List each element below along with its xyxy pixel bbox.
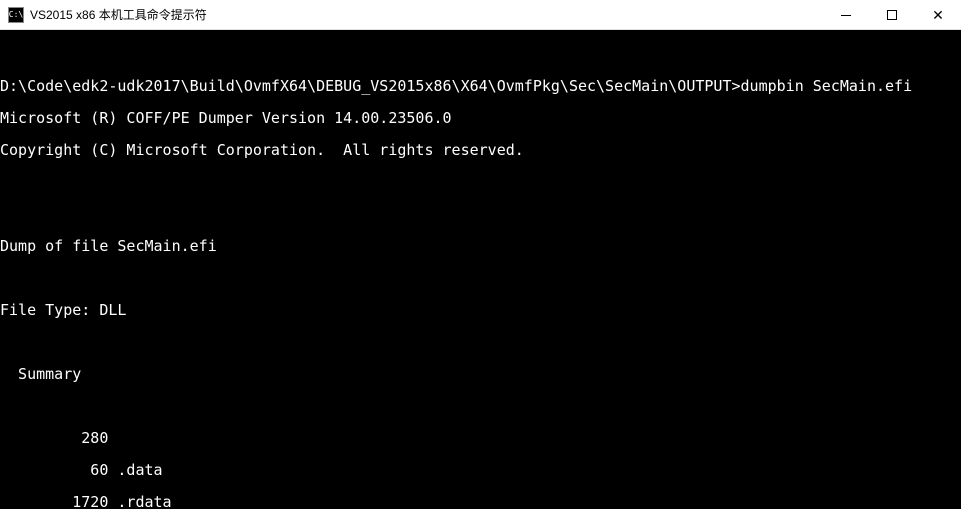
titlebar[interactable]: C:\ VS2015 x86 本机工具命令提示符 ✕	[0, 0, 961, 30]
close-button[interactable]: ✕	[915, 0, 961, 30]
output-line: Summary	[0, 366, 961, 382]
prompt-path: D:\Code\edk2-udk2017\Build\OvmfX64\DEBUG…	[0, 77, 741, 95]
output-line: File Type: DLL	[0, 302, 961, 318]
maximize-button[interactable]	[869, 0, 915, 30]
minimize-button[interactable]	[823, 0, 869, 30]
close-icon: ✕	[932, 8, 944, 22]
minimize-icon	[841, 15, 851, 16]
terminal-output[interactable]: D:\Code\edk2-udk2017\Build\OvmfX64\DEBUG…	[0, 30, 961, 509]
output-line: Copyright (C) Microsoft Corporation. All…	[0, 142, 961, 158]
summary-row: 1720 .rdata	[0, 494, 961, 509]
maximize-icon	[887, 10, 897, 20]
typed-command: dumpbin SecMain.efi	[741, 77, 913, 95]
summary-row: 60 .data	[0, 462, 961, 478]
output-line: Microsoft (R) COFF/PE Dumper Version 14.…	[0, 110, 961, 126]
prompt-line: D:\Code\edk2-udk2017\Build\OvmfX64\DEBUG…	[0, 78, 961, 94]
cmd-icon: C:\	[8, 7, 24, 23]
output-line: Dump of file SecMain.efi	[0, 238, 961, 254]
summary-row: 280	[0, 430, 961, 446]
window-title: VS2015 x86 本机工具命令提示符	[30, 6, 823, 23]
window-controls: ✕	[823, 0, 961, 29]
